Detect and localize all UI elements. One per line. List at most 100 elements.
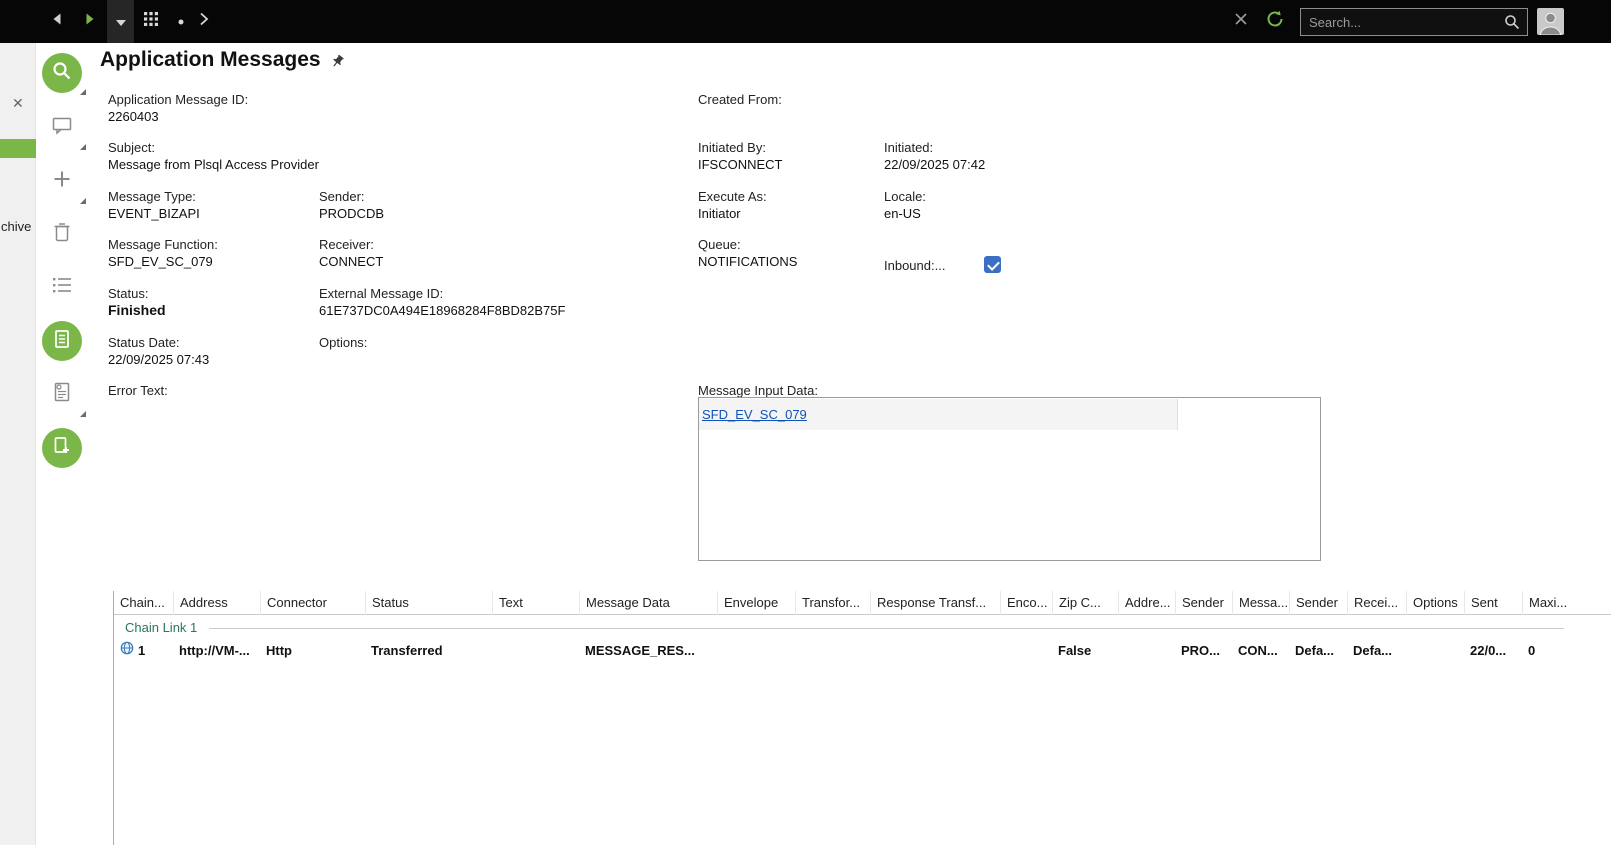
message-input-data-box[interactable]: SFD_EV_SC_079: [698, 397, 1321, 561]
cell-connector[interactable]: Http: [260, 640, 365, 662]
column-header-status[interactable]: Status: [365, 591, 492, 615]
cell-envelope[interactable]: [717, 640, 795, 662]
delete-button[interactable]: [51, 222, 73, 244]
collapsed-side-panel[interactable]: ✕ chive: [0, 43, 36, 845]
history-dropdown-button[interactable]: [107, 0, 134, 43]
cell-options[interactable]: [1406, 640, 1464, 662]
expand-corner-icon[interactable]: [80, 411, 86, 417]
cell-text[interactable]: [492, 640, 579, 662]
column-header-chain[interactable]: Chain...: [114, 591, 173, 615]
field-value: Initiator: [698, 206, 741, 221]
field-options: Options:: [319, 334, 367, 351]
globe-icon: [120, 640, 134, 662]
field-label: Application Message ID:: [108, 92, 249, 107]
expand-corner-icon[interactable]: [80, 89, 86, 95]
field-locale: Locale: en-US: [884, 188, 926, 222]
back-button[interactable]: [43, 0, 71, 43]
user-avatar[interactable]: [1537, 8, 1564, 36]
field-label: Subject:: [108, 140, 155, 155]
record-dot-button[interactable]: [169, 0, 193, 43]
field-label: Receiver:: [319, 237, 374, 252]
field-label: Created From:: [698, 92, 782, 107]
cell-message[interactable]: CON...: [1232, 640, 1289, 662]
search-input[interactable]: [1300, 8, 1528, 36]
column-header-address2[interactable]: Addre...: [1118, 591, 1175, 615]
inbound-checkbox[interactable]: [984, 256, 1001, 273]
column-header-response-transf[interactable]: Response Transf...: [870, 591, 1000, 615]
field-value: SFD_EV_SC_079: [108, 254, 213, 269]
notes-button[interactable]: [51, 116, 73, 138]
new-record-button[interactable]: [51, 170, 73, 192]
chain-links-table: Chain... Address Connector Status Text M…: [113, 591, 1611, 845]
search-icon[interactable]: [1504, 14, 1520, 35]
cell-address[interactable]: http://VM-...: [173, 640, 260, 662]
field-receiver: Receiver: CONNECT: [319, 236, 383, 270]
cell-status[interactable]: Transferred: [365, 640, 492, 662]
cell-max[interactable]: 0: [1522, 640, 1611, 662]
column-header-receiver[interactable]: Recei...: [1347, 591, 1406, 615]
cell-message-data[interactable]: MESSAGE_RES...: [579, 640, 717, 662]
cell-transformer[interactable]: [795, 640, 870, 662]
cell-address2[interactable]: [1118, 640, 1175, 662]
cell-chain[interactable]: 1: [114, 640, 173, 662]
expand-corner-icon[interactable]: [80, 144, 86, 150]
field-value: NOTIFICATIONS: [698, 254, 798, 269]
panel-close-icon[interactable]: ✕: [12, 95, 24, 111]
column-header-sent[interactable]: Sent: [1464, 591, 1522, 615]
application-window: { "colors": { "accent_green": "#7ab648",…: [0, 0, 1611, 845]
field-label: Options:: [319, 335, 368, 350]
field-label: Initiated By:: [698, 140, 766, 155]
next-button[interactable]: [192, 0, 216, 43]
column-header-message[interactable]: Messa...: [1232, 591, 1289, 615]
column-header-encoding[interactable]: Enco...: [1000, 591, 1052, 615]
add-document-button[interactable]: [42, 428, 82, 468]
column-header-message-data[interactable]: Message Data: [579, 591, 717, 615]
document-view-button-active[interactable]: [42, 321, 82, 361]
dot-icon: [177, 13, 185, 31]
forward-button[interactable]: [76, 0, 104, 43]
table-row[interactable]: 1 http://VM-... Http Transferred MESSAGE…: [114, 640, 1611, 662]
table-header-row: Chain... Address Connector Status Text M…: [114, 591, 1611, 615]
grid-icon: [143, 11, 159, 32]
column-header-max[interactable]: Maxi...: [1522, 591, 1611, 615]
group-label[interactable]: Chain Link 1: [125, 618, 197, 638]
cell-zip[interactable]: False: [1052, 640, 1118, 662]
document-plus-icon: [51, 435, 73, 462]
field-status: Status: Finished: [108, 285, 166, 319]
column-header-zip[interactable]: Zip C...: [1052, 591, 1118, 615]
cell-response-transf[interactable]: [870, 640, 1000, 662]
column-header-text[interactable]: Text: [492, 591, 579, 615]
cell-encoding[interactable]: [1000, 640, 1052, 662]
field-value: en-US: [884, 206, 921, 221]
column-header-options[interactable]: Options: [1406, 591, 1464, 615]
cell-sender2[interactable]: Defa...: [1289, 640, 1347, 662]
field-label: Status Date:: [108, 335, 180, 350]
column-header-sender2[interactable]: Sender: [1289, 591, 1347, 615]
app-grid-button[interactable]: [137, 0, 165, 43]
field-label: Message Function:: [108, 237, 218, 252]
field-label: Error Text:: [108, 383, 168, 398]
cell-sender[interactable]: PRO...: [1175, 640, 1232, 662]
expand-corner-icon[interactable]: [80, 198, 86, 204]
column-header-sender[interactable]: Sender: [1175, 591, 1232, 615]
refresh-icon: [1266, 10, 1284, 33]
column-header-connector[interactable]: Connector: [260, 591, 365, 615]
column-header-address[interactable]: Address: [173, 591, 260, 615]
back-arrow-icon: [49, 11, 65, 32]
group-row[interactable]: Chain Link 1: [114, 618, 1611, 638]
message-input-data-row[interactable]: SFD_EV_SC_079: [699, 399, 1178, 430]
group-divider: [209, 628, 1564, 629]
refresh-button[interactable]: [1261, 0, 1289, 43]
cell-sent[interactable]: 22/0...: [1464, 640, 1522, 662]
list-view-button[interactable]: [51, 276, 73, 298]
message-input-data-link[interactable]: SFD_EV_SC_079: [702, 407, 807, 422]
column-header-envelope[interactable]: Envelope: [717, 591, 795, 615]
field-label: Initiated:: [884, 140, 934, 155]
document-info-button[interactable]: [51, 382, 73, 405]
search-circle-button[interactable]: [42, 53, 82, 93]
pin-icon[interactable]: [330, 54, 345, 74]
field-subject: Subject: Message from Plsql Access Provi…: [108, 139, 319, 173]
cell-receiver[interactable]: Defa...: [1347, 640, 1406, 662]
close-window-button[interactable]: [1227, 0, 1255, 43]
column-header-transformer[interactable]: Transfor...: [795, 591, 870, 615]
